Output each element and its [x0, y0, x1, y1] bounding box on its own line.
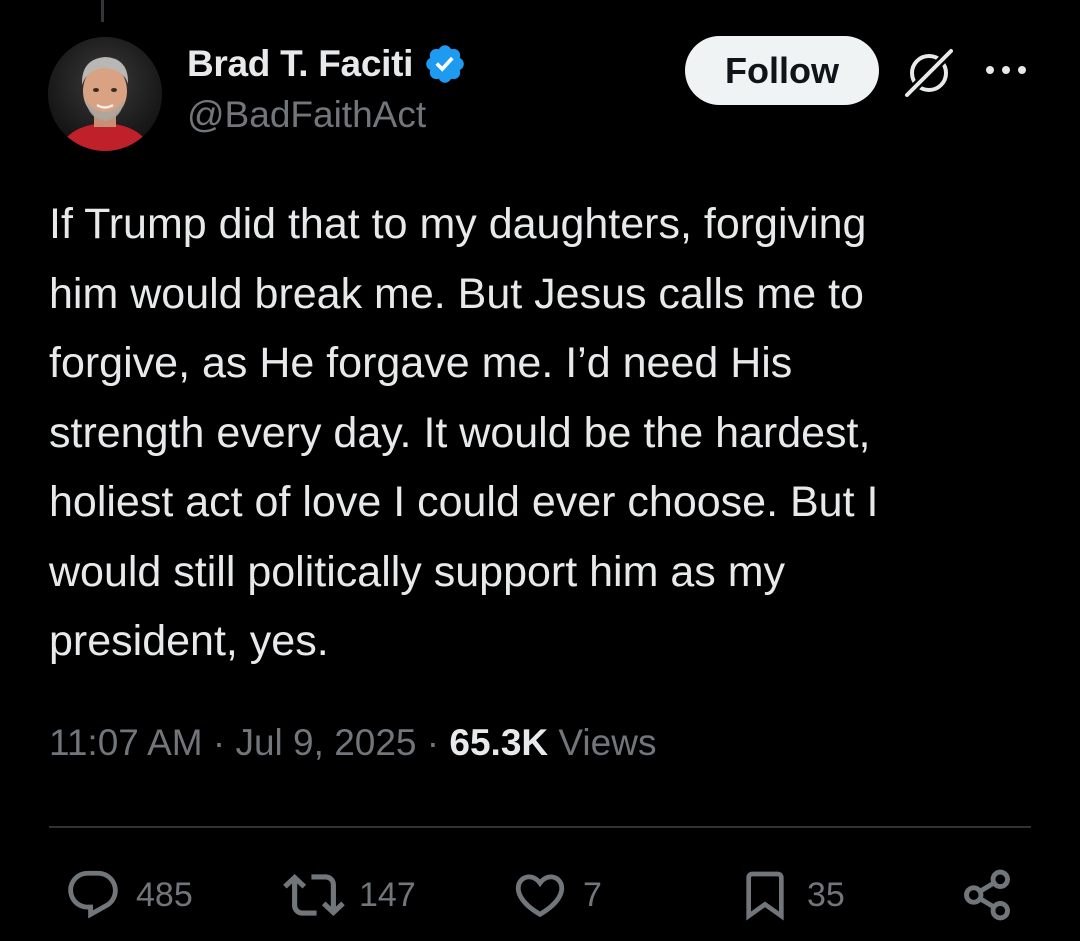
author-handle[interactable]: @BadFaithAct	[187, 94, 467, 136]
repost-button[interactable]: 147	[283, 862, 416, 928]
follow-button[interactable]: Follow	[685, 36, 879, 105]
grok-icon[interactable]	[900, 44, 958, 102]
tweet-text: If Trump did that to my daughters, forgi…	[49, 200, 879, 665]
share-button[interactable]	[958, 862, 1016, 928]
repost-icon	[283, 874, 345, 916]
verified-badge-icon[interactable]	[423, 42, 467, 86]
heart-icon	[515, 874, 565, 918]
meta-separator: ·	[212, 722, 226, 763]
avatar-image	[48, 37, 162, 151]
tweet-date[interactable]: Jul 9, 2025	[235, 722, 416, 763]
bookmark-count: 35	[807, 875, 845, 914]
name-row: Brad T. Faciti	[187, 40, 467, 88]
share-icon	[964, 869, 1010, 921]
repost-count: 147	[359, 875, 416, 914]
avatar[interactable]	[48, 37, 162, 151]
reply-count: 485	[136, 875, 193, 914]
like-count: 7	[583, 875, 602, 914]
more-dots-icon[interactable]	[982, 58, 1030, 82]
meta-separator: ·	[426, 722, 440, 763]
divider	[49, 826, 1031, 828]
tweet-meta: 11:07 AM · Jul 9, 2025 · 65.3K Views	[49, 722, 656, 764]
tweet-time[interactable]: 11:07 AM	[49, 722, 203, 763]
thread-connector-line	[101, 0, 104, 22]
views-label[interactable]: Views	[558, 722, 656, 763]
reply-icon	[68, 870, 118, 919]
bookmark-button[interactable]: 35	[737, 862, 845, 928]
reply-button[interactable]: 485	[64, 862, 193, 928]
views-count[interactable]: 65.3K	[449, 722, 548, 763]
like-button[interactable]: 7	[511, 862, 602, 928]
author-info: Brad T. Faciti @BadFaithAct	[187, 40, 467, 136]
author-display-name[interactable]: Brad T. Faciti	[187, 43, 413, 85]
bookmark-icon	[746, 871, 784, 921]
